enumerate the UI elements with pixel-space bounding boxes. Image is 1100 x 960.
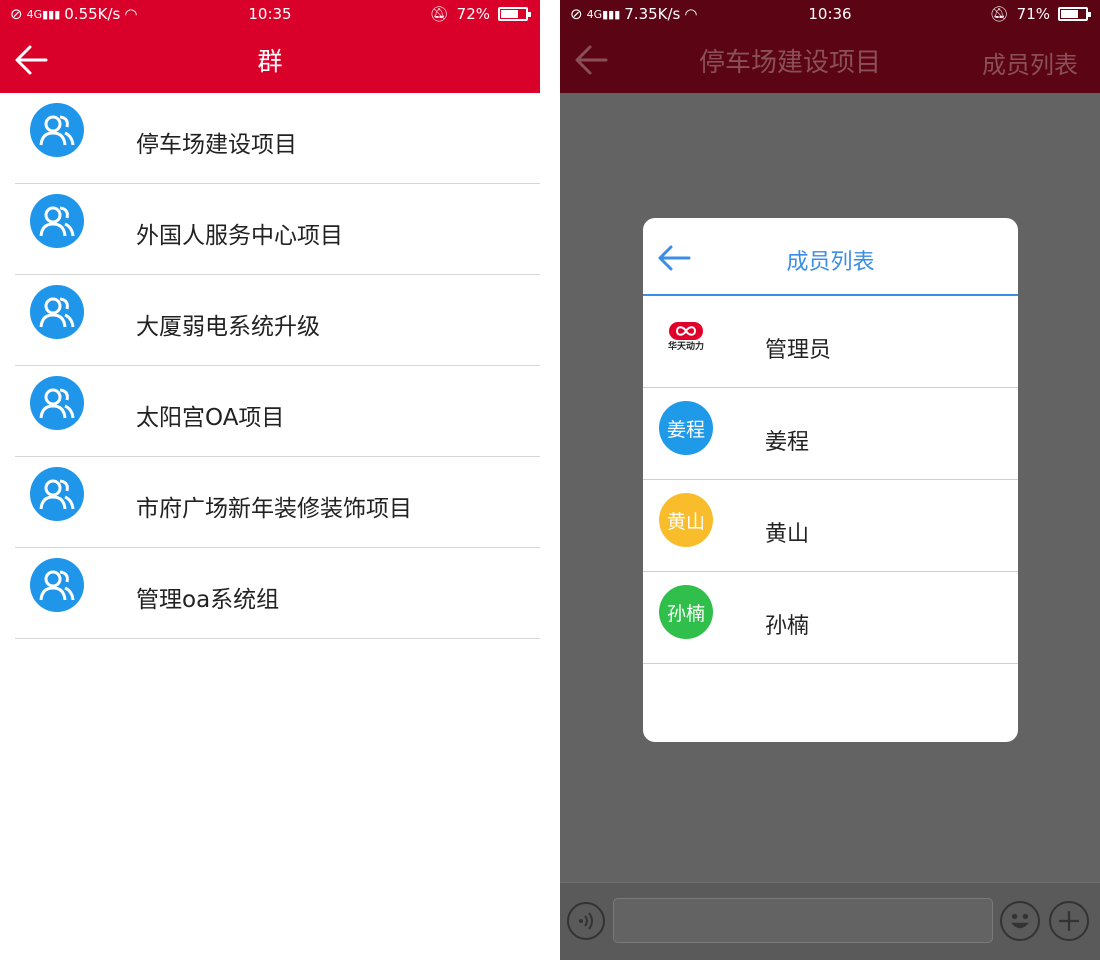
group-icon xyxy=(30,285,84,339)
member-row[interactable]: 孙楠 孙楠 xyxy=(643,572,1018,664)
group-row[interactable]: 外国人服务中心项目 xyxy=(0,184,540,275)
group-name: 太阳宫OA项目 xyxy=(136,405,285,431)
group-icon xyxy=(30,194,84,248)
group-icon xyxy=(30,558,84,612)
group-name: 大厦弱电系统升级 xyxy=(136,314,320,340)
battery-icon xyxy=(498,7,531,21)
member-avatar: 孙楠 xyxy=(659,585,713,639)
top-bar: ⊘ 4G▮▮▮ 0.55K/s ◠ 10:35 🔕︎ 72% 群 xyxy=(0,0,540,93)
group-list: 停车场建设项目外国人服务中心项目 大厦弱电系统升级 太阳宫OA项目市府广场新年装修装… xyxy=(0,93,540,639)
company-logo: 华天动力 xyxy=(659,309,713,363)
member-name: 姜程 xyxy=(765,430,810,455)
people-icon xyxy=(39,570,75,601)
people-icon xyxy=(39,297,75,328)
group-name: 外国人服务中心项目 xyxy=(136,223,343,249)
group-icon xyxy=(30,467,84,521)
dialog-title: 成员列表 xyxy=(786,250,875,275)
people-icon xyxy=(39,479,75,510)
screenshot: ⊘ 4G▮▮▮ 0.55K/s ◠ 10:35 🔕︎ 72% 群 停车场建设项目… xyxy=(0,0,1100,960)
member-name: 孙楠 xyxy=(765,614,810,639)
infinity-logo-icon xyxy=(669,321,703,340)
group-row[interactable]: 管理oa系统组 xyxy=(0,548,540,639)
message-input[interactable] xyxy=(613,898,993,943)
dialog-header: 成员列表 xyxy=(643,218,1018,296)
group-icon xyxy=(30,376,84,430)
group-icon xyxy=(30,103,84,157)
group-list-screen: ⊘ 4G▮▮▮ 0.55K/s ◠ 10:35 🔕︎ 72% 群 停车场建设项目… xyxy=(0,0,540,960)
member-row[interactable]: 华天动力管理员 xyxy=(643,296,1018,388)
status-bar: ⊘ 4G▮▮▮ 7.35K/s ◠ 10:36 🔕︎ 71% xyxy=(560,0,1100,30)
chat-screen: ⊘ 4G▮▮▮ 7.35K/s ◠ 10:36 🔕︎ 71% 停车场建设项目 成… xyxy=(560,0,1100,960)
member-row[interactable]: 姜程 姜程 xyxy=(643,388,1018,480)
member-row[interactable]: 黄山 黄山 xyxy=(643,480,1018,572)
divider xyxy=(540,0,560,960)
people-icon xyxy=(39,388,75,419)
member-list-dialog: 成员列表 华天动力 管理员 姜程 姜程 黄山 黄山 孙楠 孙楠 xyxy=(643,218,1018,742)
battery-icon xyxy=(1058,7,1091,21)
group-row[interactable]: 停车场建设项目 xyxy=(0,93,540,184)
group-row[interactable]: 市府广场新年装修装饰项目 xyxy=(0,457,540,548)
add-icon[interactable] xyxy=(1049,901,1089,941)
top-bar: ⊘ 4G▮▮▮ 7.35K/s ◠ 10:36 🔕︎ 71% 停车场建设项目 成… xyxy=(560,0,1100,93)
sound-wave-icon xyxy=(579,912,593,930)
status-bar: ⊘ 4G▮▮▮ 0.55K/s ◠ 10:35 🔕︎ 72% xyxy=(0,0,540,30)
people-icon xyxy=(39,115,75,146)
group-name: 停车场建设项目 xyxy=(136,132,297,158)
page-title: 群 xyxy=(257,47,283,76)
group-row[interactable]: 太阳宫OA项目 xyxy=(0,366,540,457)
member-avatar: 姜程 xyxy=(659,401,713,455)
battery-percent: 72% xyxy=(456,5,490,23)
member-name: 管理员 xyxy=(765,338,832,363)
member-name: 黄山 xyxy=(765,522,810,547)
member-list-button[interactable]: 成员列表 xyxy=(982,45,1078,80)
people-icon xyxy=(39,206,75,237)
chat-input-bar xyxy=(560,882,1100,960)
mute-bell-icon: 🔕︎ xyxy=(989,5,1009,23)
member-avatar: 黄山 xyxy=(659,493,713,547)
battery-percent: 71% xyxy=(1016,5,1050,23)
emoji-icon[interactable] xyxy=(1000,901,1040,941)
member-list: 华天动力 管理员 姜程 姜程 黄山 黄山 孙楠 孙楠 xyxy=(643,296,1018,664)
group-name: 市府广场新年装修装饰项目 xyxy=(136,496,412,522)
group-row[interactable]: 大厦弱电系统升级 xyxy=(0,275,540,366)
voice-input-button[interactable] xyxy=(567,902,605,940)
mute-bell-icon: 🔕︎ xyxy=(429,5,449,23)
group-name: 管理oa系统组 xyxy=(136,587,280,613)
